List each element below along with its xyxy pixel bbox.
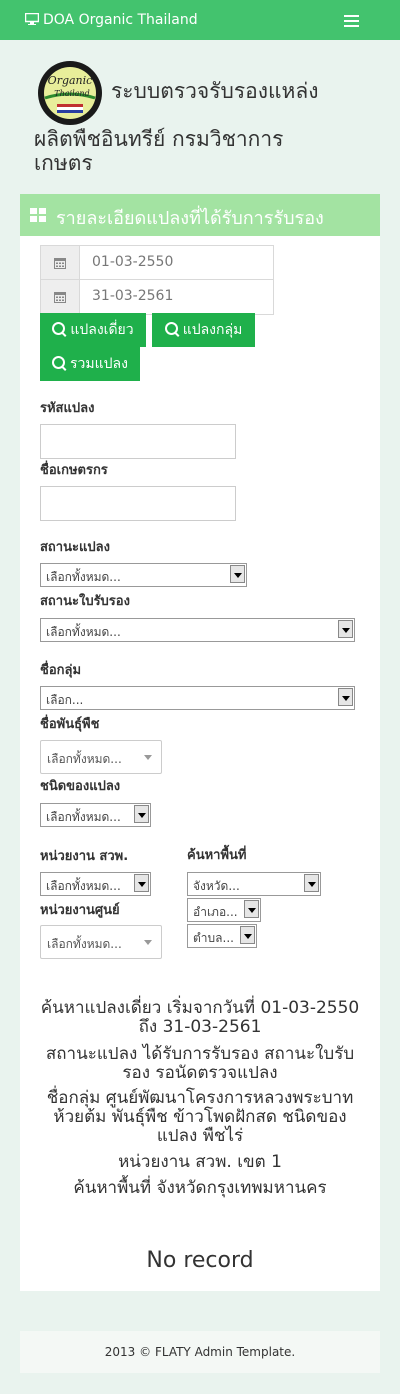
chevron-down-icon — [244, 900, 259, 918]
chevron-down-icon — [338, 620, 353, 638]
chevron-down-icon — [230, 565, 245, 583]
grid-icon — [30, 208, 46, 222]
province-select[interactable]: จังหวัด... — [187, 872, 321, 896]
caret-down-icon — [144, 940, 152, 945]
calendar-icon-addon — [41, 246, 80, 280]
cert-status-select[interactable]: เลือกทั้งหมด... — [40, 618, 355, 642]
caret-down-icon — [144, 755, 152, 760]
calendar-icon-addon — [41, 280, 80, 314]
office-label: หน่วยงาน สวพ. — [40, 849, 129, 864]
panel-header: รายละเอียดแปลงที่ได้รับการรับรอง — [20, 194, 380, 236]
plant-variety-select[interactable]: เลือกทั้งหมด... — [40, 740, 162, 774]
footer-text: 2013 © FLATY Admin Template. — [104, 1345, 296, 1359]
date-from-group: 01-03-2550 — [40, 245, 274, 281]
plot-status-select[interactable]: เลือกทั้งหมด... — [40, 563, 247, 587]
plot-status-label: สถานะแปลง — [40, 540, 110, 555]
district-select[interactable]: อำเภอ... — [187, 898, 261, 922]
chevron-down-icon — [134, 874, 149, 892]
cert-status-label: สถานะใบรับรอง — [40, 594, 130, 609]
panel-title: รายละเอียดแปลงที่ได้รับการรับรอง — [56, 208, 324, 229]
farmer-name-label: ชื่อเกษตรกร — [40, 463, 108, 478]
date-from-input[interactable]: 01-03-2550 — [92, 254, 173, 270]
summary-line: หน่วยงาน สวพ. เขต 1 — [118, 1152, 282, 1172]
calendar-icon — [54, 292, 66, 303]
chevron-down-icon — [338, 688, 353, 706]
summary-line: แปลง พืชไร่ — [156, 1126, 244, 1146]
plot-type-label: ชนิดของแปลง — [40, 779, 121, 794]
center-label: หน่วยงานศูนย์ — [40, 903, 120, 918]
desktop-icon — [24, 12, 40, 30]
center-select[interactable]: เลือกทั้งหมด... — [40, 925, 162, 959]
summary-line: สถานะแปลง ได้รับการรับรอง สถานะใบรับ — [45, 1044, 355, 1064]
office-select[interactable]: เลือกทั้งหมด... — [40, 872, 151, 896]
subdistrict-select[interactable]: ตำบล... — [187, 924, 257, 948]
menu-toggle-button[interactable] — [344, 15, 359, 27]
chevron-down-icon — [134, 805, 149, 823]
summary-line: ค้นหาพื้นที่ จังหวัดกรุงเทพมหานคร — [73, 1178, 327, 1198]
summary-line: ห้วยต้ม พันธุ์พืช ข้าวโพดฝักสด ชนิดของ — [53, 1107, 347, 1127]
plot-code-input[interactable] — [40, 424, 236, 459]
summary-line: รอง รอนัดตรวจแปลง — [122, 1063, 278, 1083]
plot-type-select[interactable]: เลือกทั้งหมด... — [40, 803, 151, 827]
summary-line: ชื่อกลุ่ม ศูนย์พัฒนาโครงการหลวงพระบาท — [46, 1088, 354, 1108]
top-navbar: DOA Organic Thailand — [0, 0, 400, 40]
summary-line: ค้นหาแปลงเดี่ยว เริ่มจากวันที่ 01-03-255… — [40, 998, 360, 1018]
search-icon — [52, 356, 66, 369]
group-name-select[interactable]: เลือก... — [40, 686, 355, 710]
plot-code-label: รหัสแปลง — [40, 401, 95, 416]
plant-variety-label: ชื่อพันธุ์พืช — [40, 717, 100, 732]
single-plot-button[interactable]: แปลงเดี่ยว — [40, 313, 146, 347]
page-title-line2: ผลิตพืชอินทรีย์ กรมวิชาการ — [34, 127, 284, 151]
all-plots-button[interactable]: รวมแปลง — [40, 347, 140, 381]
chevron-down-icon — [304, 874, 319, 892]
logo-text-thailand: Thailand — [54, 89, 89, 98]
page-title-line1: ระบบตรวจรับรองแหล่ง — [111, 79, 319, 103]
no-record-message: No record — [146, 1248, 254, 1273]
brand-link[interactable]: DOA Organic Thailand — [24, 11, 198, 30]
farmer-name-input[interactable] — [40, 486, 236, 521]
page-title-line3: เกษตร — [34, 151, 93, 175]
brand-text: DOA Organic Thailand — [43, 12, 198, 28]
chevron-down-icon — [240, 926, 255, 944]
search-icon — [164, 322, 178, 335]
summary-line: ถึง 31-03-2561 — [138, 1017, 262, 1037]
calendar-icon — [54, 258, 66, 269]
date-to-group: 31-03-2561 — [40, 279, 274, 315]
group-plot-button[interactable]: แปลงกลุ่ม — [152, 313, 255, 347]
date-to-input[interactable]: 31-03-2561 — [92, 288, 173, 304]
area-search-label: ค้นหาพื้นที่ — [187, 848, 247, 863]
group-name-label: ชื่อกลุ่ม — [40, 663, 82, 678]
search-icon — [52, 322, 66, 335]
organic-thailand-logo: Organic Thailand — [37, 60, 103, 126]
logo-text-organic: Organic — [48, 74, 93, 87]
page-footer: 2013 © FLATY Admin Template. — [20, 1331, 380, 1373]
